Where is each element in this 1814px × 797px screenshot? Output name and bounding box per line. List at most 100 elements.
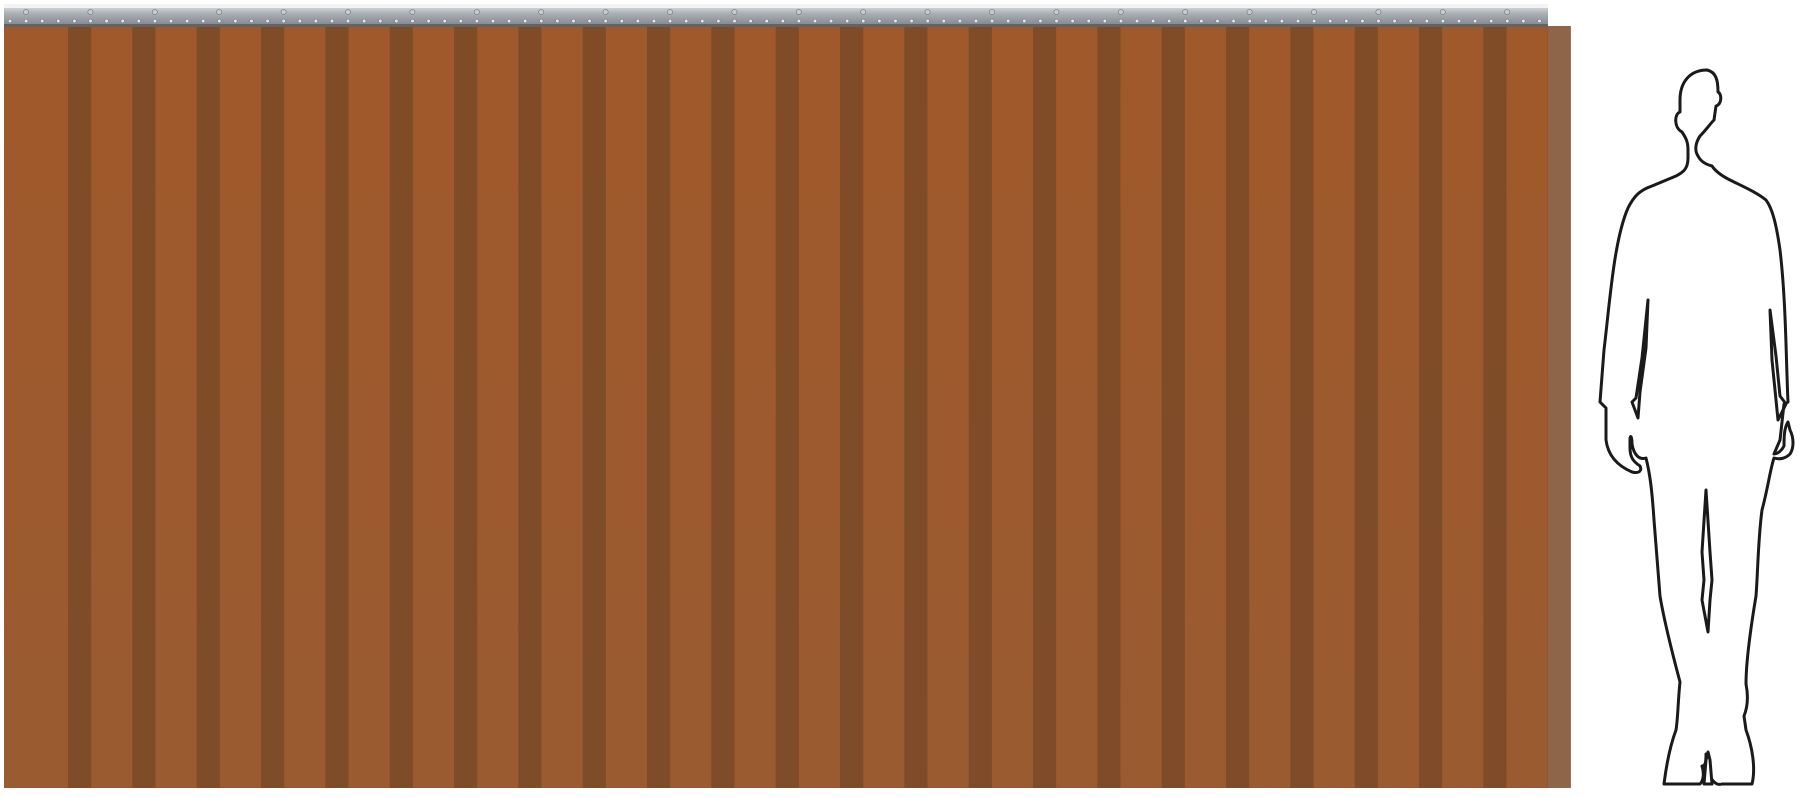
rail-bolt <box>23 9 29 15</box>
rail-hole <box>1537 18 1542 24</box>
rail-hole <box>651 18 657 24</box>
rail-bolt <box>216 9 223 15</box>
curtain-illustration <box>4 4 1795 788</box>
rail-hole <box>410 18 415 24</box>
rail-bolt <box>409 9 416 15</box>
strip-overlap <box>1354 26 1378 788</box>
rail-hole <box>24 18 29 24</box>
rail-hole <box>1440 18 1445 24</box>
rail-hole <box>120 18 125 24</box>
rail-hole <box>990 18 995 24</box>
strip-overlap <box>1290 26 1314 788</box>
rail-bolt <box>1182 9 1189 15</box>
rail-hole <box>893 18 898 24</box>
rail-hole <box>1279 18 1284 24</box>
strip-overlap <box>454 26 478 788</box>
rail-hole <box>329 18 335 24</box>
rail-hole <box>555 18 560 24</box>
rail-hole <box>1054 18 1059 24</box>
rail-hole <box>40 18 45 24</box>
strip-overlap <box>325 26 349 788</box>
rail-hole <box>474 18 479 24</box>
rail-hole <box>925 18 930 24</box>
rail-hole <box>362 18 367 24</box>
rail-hole <box>1521 18 1526 24</box>
rail-bolt <box>1117 9 1124 15</box>
rail-hole <box>1070 18 1075 24</box>
rail-hole <box>764 18 769 24</box>
rail-hole <box>426 18 431 24</box>
rail-hole <box>297 18 302 24</box>
rail-hole <box>1102 18 1107 24</box>
strip-overlap <box>1097 26 1121 788</box>
rail-hole <box>603 18 608 24</box>
rail-hole <box>780 18 785 24</box>
rail-hole <box>1151 18 1156 24</box>
rail-bolt <box>989 9 995 15</box>
rail-hole <box>1006 18 1011 24</box>
rail-hole <box>217 18 222 24</box>
rail-hole <box>1167 18 1172 24</box>
rail-hole <box>1295 18 1301 24</box>
rail-hole <box>635 18 640 24</box>
rail-hole <box>571 18 576 24</box>
rail-bolt <box>538 9 545 15</box>
strip-overlap <box>261 26 285 788</box>
rail-bolt <box>860 9 867 15</box>
strip-overlap <box>132 26 156 788</box>
rail-hole <box>1424 18 1429 24</box>
rail-hole <box>1086 18 1091 24</box>
rail-hole <box>1215 18 1220 24</box>
rail-hole <box>394 18 399 24</box>
rail-hole <box>1376 18 1381 24</box>
rail-hole <box>700 18 705 24</box>
strip-overlap <box>389 26 413 788</box>
rail-bottom-edge <box>4 24 1548 27</box>
rail-hole <box>1392 18 1397 24</box>
rail-hole <box>716 18 721 24</box>
rail-hole <box>812 18 818 24</box>
rail-hole <box>1344 18 1349 24</box>
rail-hole <box>1456 18 1462 24</box>
rail-hole <box>1022 18 1027 24</box>
rail-hole <box>1312 18 1317 24</box>
rail-hole <box>1263 18 1268 24</box>
strip-overlap <box>582 26 606 788</box>
rail-bolt <box>151 9 158 15</box>
rail-hole <box>7 18 13 24</box>
strip-overlap <box>840 26 864 788</box>
rail-hole <box>619 18 624 24</box>
rail-bolt <box>1311 9 1317 15</box>
strip-overlap <box>1033 26 1057 788</box>
rail-hole <box>458 18 463 24</box>
strip-overlap <box>518 26 542 788</box>
strip-overlap <box>647 26 671 788</box>
rail-hole <box>861 18 866 24</box>
rail-hole <box>507 18 512 24</box>
rail-hole <box>490 18 496 24</box>
rail-hole <box>587 18 592 24</box>
strip-overlap <box>1161 26 1185 788</box>
rail-bolt <box>731 9 738 15</box>
rail-bolt <box>602 9 609 15</box>
rail-bolt <box>1053 9 1060 15</box>
rail-bolt <box>1246 9 1253 15</box>
rail-hole <box>845 18 850 24</box>
rail-hole <box>748 18 753 24</box>
rail-hole <box>909 18 914 24</box>
rail-hole <box>796 18 801 24</box>
rail-hole <box>442 18 447 24</box>
rail-hole <box>732 18 737 24</box>
rail-bolt <box>1439 9 1446 15</box>
rail-hole <box>1473 18 1478 24</box>
rail-bolt <box>87 9 94 15</box>
rail-hole <box>152 18 157 24</box>
strip-overlap <box>968 26 992 788</box>
rail-bolt <box>473 9 480 15</box>
rail-hole <box>957 18 962 24</box>
rail-hole <box>88 18 93 24</box>
rail-hole <box>1134 18 1140 24</box>
rail-hole <box>56 18 61 24</box>
strip-overlap <box>68 26 92 788</box>
rail-hole <box>346 18 351 24</box>
